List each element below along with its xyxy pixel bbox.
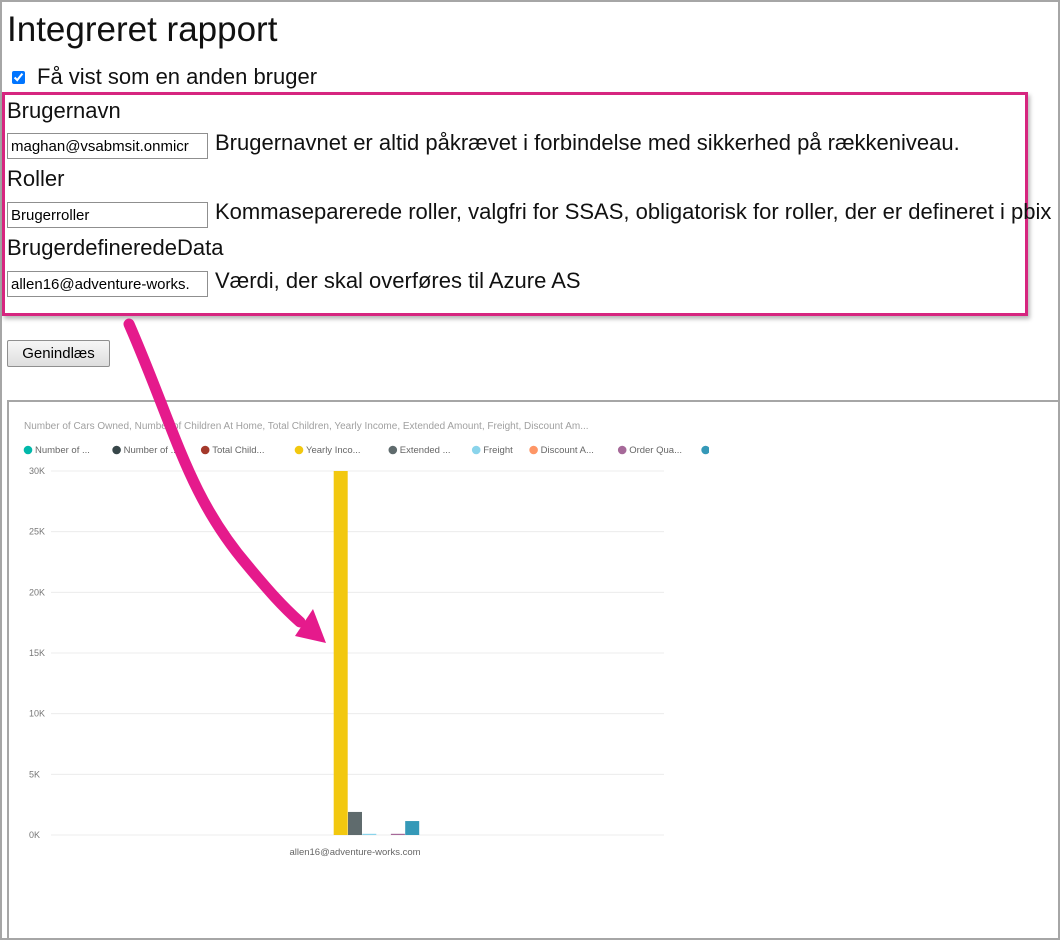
y-tick-label: 25K [29,527,45,537]
username-help: Brugernavnet er altid påkrævet i forbind… [215,130,960,155]
custom-data-label: BrugerdefineredeData [7,235,224,260]
roles-label: Roller [7,166,65,191]
custom-data-input[interactable] [7,271,208,297]
legend-label: Yearly Inco... [306,445,361,456]
y-tick-label: 10K [29,709,45,719]
legend-label: Number of ... [124,445,179,456]
impersonate-checkbox[interactable] [12,70,25,84]
roles-input[interactable] [7,202,208,228]
legend-marker [701,445,709,455]
roles-help: Kommaseparerede roller, valgfri for SSAS… [215,199,1052,224]
legend-label: Total Child... [212,445,264,456]
custom-data-help: Værdi, der skal overføres til Azure AS [215,268,581,293]
legend-label: Discount A... [541,445,594,456]
y-tick-label: 0K [29,830,40,840]
impersonate-label: Få vist som en anden bruger [37,64,318,89]
x-category-label: allen16@adventure-works.com [289,847,420,858]
legend-label: Extended ... [400,445,451,456]
bar [390,833,405,835]
chart-title: Number of Cars Owned, Number of Children… [24,421,589,432]
legend-marker [529,445,538,455]
username-label: Brugernavn [7,98,121,123]
bar [333,471,348,835]
legend-marker [294,445,304,455]
legend-label: Order Qua... [629,445,682,456]
y-tick-label: 20K [29,587,45,597]
y-tick-label: 5K [29,769,40,779]
bar [348,811,362,835]
legend-marker [112,445,121,455]
username-input[interactable] [7,133,208,159]
legend-marker [200,445,210,455]
legend-marker [388,445,398,455]
chart: Number of Cars Owned, Number of Children… [23,421,709,858]
reload-button[interactable]: Genindlæs [7,340,110,367]
bar [362,833,377,835]
report-frame: Number of Cars Owned, Number of Children… [7,400,1058,938]
y-tick-label: 15K [29,648,45,658]
impersonate-row: Få vist som en anden bruger [12,64,317,90]
page-title: Integreret rapport [7,10,278,49]
legend-marker [617,445,627,455]
legend-label: Freight [483,445,513,456]
y-tick-label: 30K [29,466,45,476]
legend-label: Number of ... [35,445,90,456]
legend-marker [23,445,33,455]
legend-marker [471,445,481,455]
bar [405,821,420,835]
